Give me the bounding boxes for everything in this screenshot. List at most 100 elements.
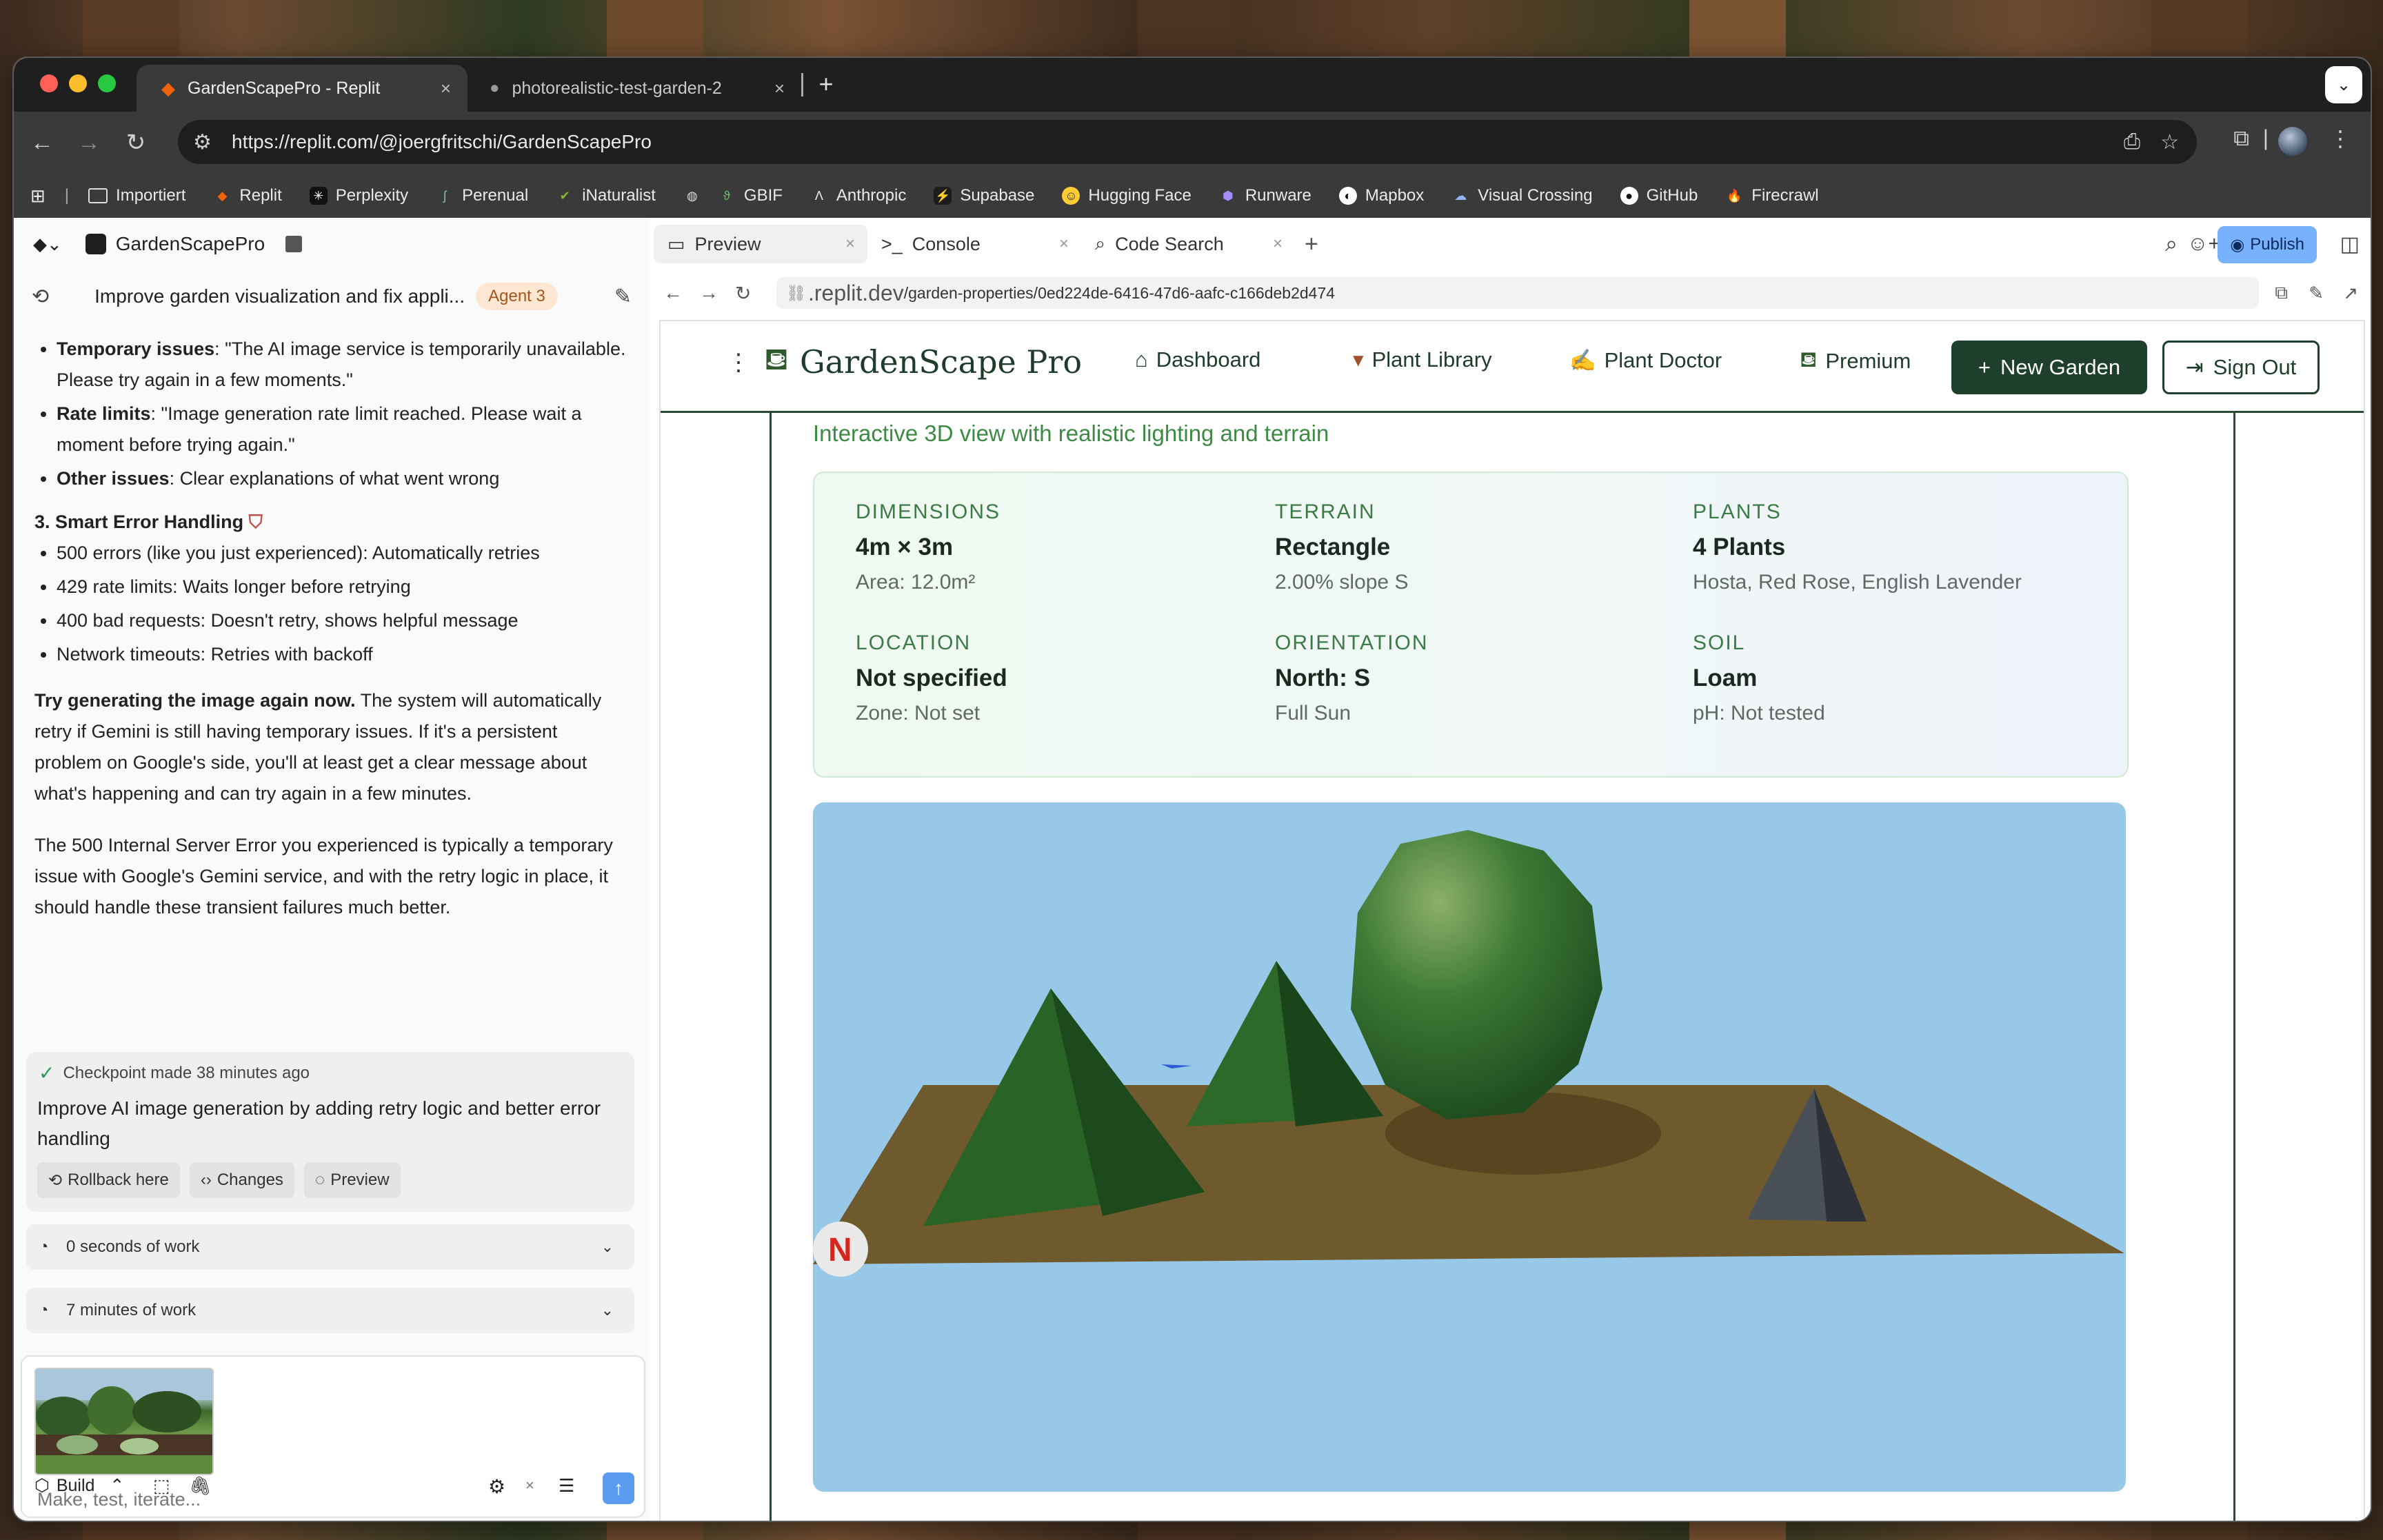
back-button[interactable]: ← bbox=[26, 127, 58, 159]
new-chat-icon[interactable]: ✎ bbox=[614, 285, 632, 309]
code-icon: ‹› bbox=[200, 1171, 212, 1189]
settings-chip-icon[interactable]: ⚙ bbox=[488, 1475, 505, 1498]
changes-button[interactable]: ‹› Changes bbox=[189, 1162, 294, 1198]
app-brand[interactable]: ⛾ GardenScape Pro bbox=[764, 342, 1082, 381]
extensions-icon[interactable]: ⧉ bbox=[2233, 125, 2249, 152]
tab-code-search[interactable]: ⌕ Code Search × bbox=[1081, 225, 1295, 263]
site-settings-icon[interactable]: ⚙ bbox=[193, 130, 212, 154]
send-button[interactable]: ↑ bbox=[603, 1472, 634, 1504]
rollback-button[interactable]: ⟲ Rollback here bbox=[37, 1162, 180, 1198]
tab-strip: ◆ GardenScapePro - Replit × ● photoreali… bbox=[14, 58, 2371, 112]
stop-square-icon[interactable] bbox=[285, 236, 303, 252]
publish-button[interactable]: ◉ Publish bbox=[2218, 226, 2317, 263]
info-location: LOCATION Not specified Zone: Not set bbox=[856, 631, 1007, 725]
anthropic-icon: Λ bbox=[814, 188, 823, 203]
flower-pot-icon: ▾ bbox=[1353, 347, 1364, 372]
close-tab-icon[interactable]: × bbox=[441, 78, 451, 99]
info-orientation: ORIENTATION North: S Full Sun bbox=[1275, 631, 1429, 725]
minimize-window-button[interactable] bbox=[69, 74, 87, 92]
preview-url-bar: ← → ↻ ⛓ .replit.dev /garden-properties/0… bbox=[650, 270, 2371, 316]
garden-3d-canvas[interactable]: N bbox=[813, 802, 2126, 1492]
reload-icon[interactable]: ↻ bbox=[735, 282, 751, 305]
forward-icon[interactable]: → bbox=[699, 282, 718, 304]
history-icon[interactable]: ⟲ bbox=[32, 285, 49, 309]
devtools-wrench-icon[interactable]: ✎ bbox=[2309, 283, 2324, 304]
close-tab-icon[interactable]: × bbox=[845, 234, 855, 254]
agent-chat-panel: ◆⌄ GardenScapePro ⟲ Improve garden visua… bbox=[14, 218, 651, 1521]
bookmark-github[interactable]: ● GitHub bbox=[1620, 186, 1698, 205]
mapbox-icon: ◐ bbox=[1338, 187, 1357, 205]
work-summary-row[interactable]: ◔ 0 seconds of work ⌄ bbox=[26, 1224, 634, 1270]
work-summary-row[interactable]: ◔ 7 minutes of work ⌄ bbox=[26, 1288, 634, 1333]
panel-toggle-icon[interactable]: ◫ bbox=[2340, 232, 2360, 256]
bookmark-replit[interactable]: ◆ Replit bbox=[213, 186, 281, 205]
bookmark-inaturalist[interactable]: ✔ iNaturalist bbox=[556, 186, 656, 205]
bookmark-globe[interactable]: ◍ bbox=[683, 187, 701, 205]
preview-url-field[interactable]: ⛓ .replit.dev /garden-properties/0ed224d… bbox=[776, 277, 2259, 309]
attach-icon[interactable]: 🖇 bbox=[189, 1475, 212, 1497]
error-message-list: Temporary issues: "The AI image service … bbox=[34, 334, 629, 494]
bookmark-star-icon[interactable]: ☆ bbox=[2160, 130, 2179, 154]
install-app-icon[interactable]: ⎙ bbox=[2124, 130, 2140, 154]
close-tab-icon[interactable]: × bbox=[1273, 234, 1283, 254]
sign-out-button[interactable]: ⇥ Sign Out bbox=[2162, 341, 2320, 394]
project-name[interactable]: GardenScapePro bbox=[116, 233, 265, 255]
new-tab-button[interactable]: + bbox=[811, 69, 841, 99]
bookmark-importiert[interactable]: Importiert bbox=[88, 186, 185, 205]
bookmark-perplexity[interactable]: ✳ Perplexity bbox=[309, 186, 408, 205]
devices-icon[interactable]: ⧉ bbox=[2275, 282, 2288, 304]
invite-user-icon[interactable]: ☺+ bbox=[2187, 232, 2220, 256]
bookmark-gbif[interactable]: ϑ GBIF bbox=[718, 186, 783, 205]
bookmark-anthropic[interactable]: Λ Anthropic bbox=[810, 186, 906, 205]
browser-menu-icon[interactable]: ⋮ bbox=[2329, 125, 2351, 152]
replit-favicon-icon: ◆ bbox=[161, 77, 175, 99]
profile-avatar[interactable] bbox=[2278, 127, 2307, 156]
tab-preview[interactable]: ▭ Preview × bbox=[654, 225, 867, 263]
tab-search-dropdown[interactable]: ⌄ bbox=[2325, 66, 2362, 103]
open-external-icon[interactable]: ↗ bbox=[2343, 283, 2358, 304]
mobile-menu-icon[interactable]: ⋮ bbox=[727, 349, 750, 376]
new-garden-button[interactable]: + New Garden bbox=[1951, 341, 2147, 394]
sign-out-icon: ⇥ bbox=[2185, 355, 2204, 379]
info-plants: PLANTS 4 Plants Hosta, Red Rose, English… bbox=[1693, 500, 2022, 594]
zoom-window-button[interactable] bbox=[98, 74, 116, 92]
bookmark-mapbox[interactable]: ◐ Mapbox bbox=[1338, 186, 1424, 205]
watering-can-icon: ⛾ bbox=[1800, 347, 1818, 372]
bookmark-supabase[interactable]: ⚡ Supabase bbox=[934, 186, 1034, 205]
bookmark-firecrawl[interactable]: 🔥 Firecrawl bbox=[1725, 186, 1819, 205]
github-icon: ● bbox=[1620, 187, 1638, 205]
nav-premium[interactable]: ⛾ Premium bbox=[1800, 347, 1911, 375]
nav-dashboard[interactable]: ⌂ Dashboard bbox=[1135, 347, 1260, 372]
preview-button[interactable]: ◌ Preview bbox=[303, 1162, 401, 1198]
address-bar[interactable]: ⚙ https://replit.com/@joergfritschi/Gard… bbox=[178, 120, 2197, 164]
bookmark-hugging-face[interactable]: ☺ Hugging Face bbox=[1062, 186, 1192, 205]
agent-header: ⟲ Improve garden visualization and fix a… bbox=[14, 270, 650, 323]
tab-console[interactable]: >_ Console × bbox=[867, 225, 1081, 263]
runware-icon: ⬢ bbox=[1222, 188, 1234, 203]
replit-menu-icon[interactable]: ◆⌄ bbox=[33, 234, 62, 255]
compass-north-label: N bbox=[828, 1232, 852, 1268]
nav-plant-library[interactable]: ▾ Plant Library bbox=[1353, 347, 1492, 372]
close-tab-icon[interactable]: × bbox=[774, 78, 785, 99]
build-mode-select[interactable]: ⬡ Build ⌃ bbox=[34, 1475, 124, 1496]
select-element-icon[interactable]: ⬚ bbox=[153, 1475, 170, 1497]
nav-plant-doctor[interactable]: ✍ Plant Doctor bbox=[1569, 347, 1722, 373]
close-chip-icon[interactable]: × bbox=[525, 1477, 534, 1495]
search-icon[interactable]: ⌕ bbox=[2165, 231, 2178, 257]
browser-tab-active[interactable]: ◆ GardenScapePro - Replit × bbox=[137, 65, 467, 112]
bookmark-visual-crossing[interactable]: ☁ Visual Crossing bbox=[1451, 186, 1592, 205]
bookmark-perenual[interactable]: ʃ Perenual bbox=[436, 186, 528, 205]
browser-tab[interactable]: ● photorealistic-test-garden-2 × bbox=[477, 65, 801, 112]
back-icon[interactable]: ← bbox=[663, 282, 683, 304]
add-tab-button[interactable]: + bbox=[1305, 231, 1318, 258]
apps-grid-icon[interactable]: ⊞ bbox=[30, 185, 46, 207]
forward-button[interactable]: → bbox=[73, 127, 105, 159]
bookmark-runware[interactable]: ⬢ Runware bbox=[1219, 186, 1311, 205]
attached-image-thumbnail[interactable] bbox=[34, 1368, 214, 1475]
sliders-icon[interactable]: ☰ bbox=[559, 1475, 574, 1497]
preview-workspace: ▭ Preview × >_ Console × ⌕ Code Search ×… bbox=[650, 218, 2371, 1521]
close-window-button[interactable] bbox=[40, 74, 58, 92]
reload-button[interactable]: ↻ bbox=[120, 127, 152, 159]
close-tab-icon[interactable]: × bbox=[1059, 234, 1069, 254]
list-item: Network timeouts: Retries with backoff bbox=[57, 639, 629, 670]
